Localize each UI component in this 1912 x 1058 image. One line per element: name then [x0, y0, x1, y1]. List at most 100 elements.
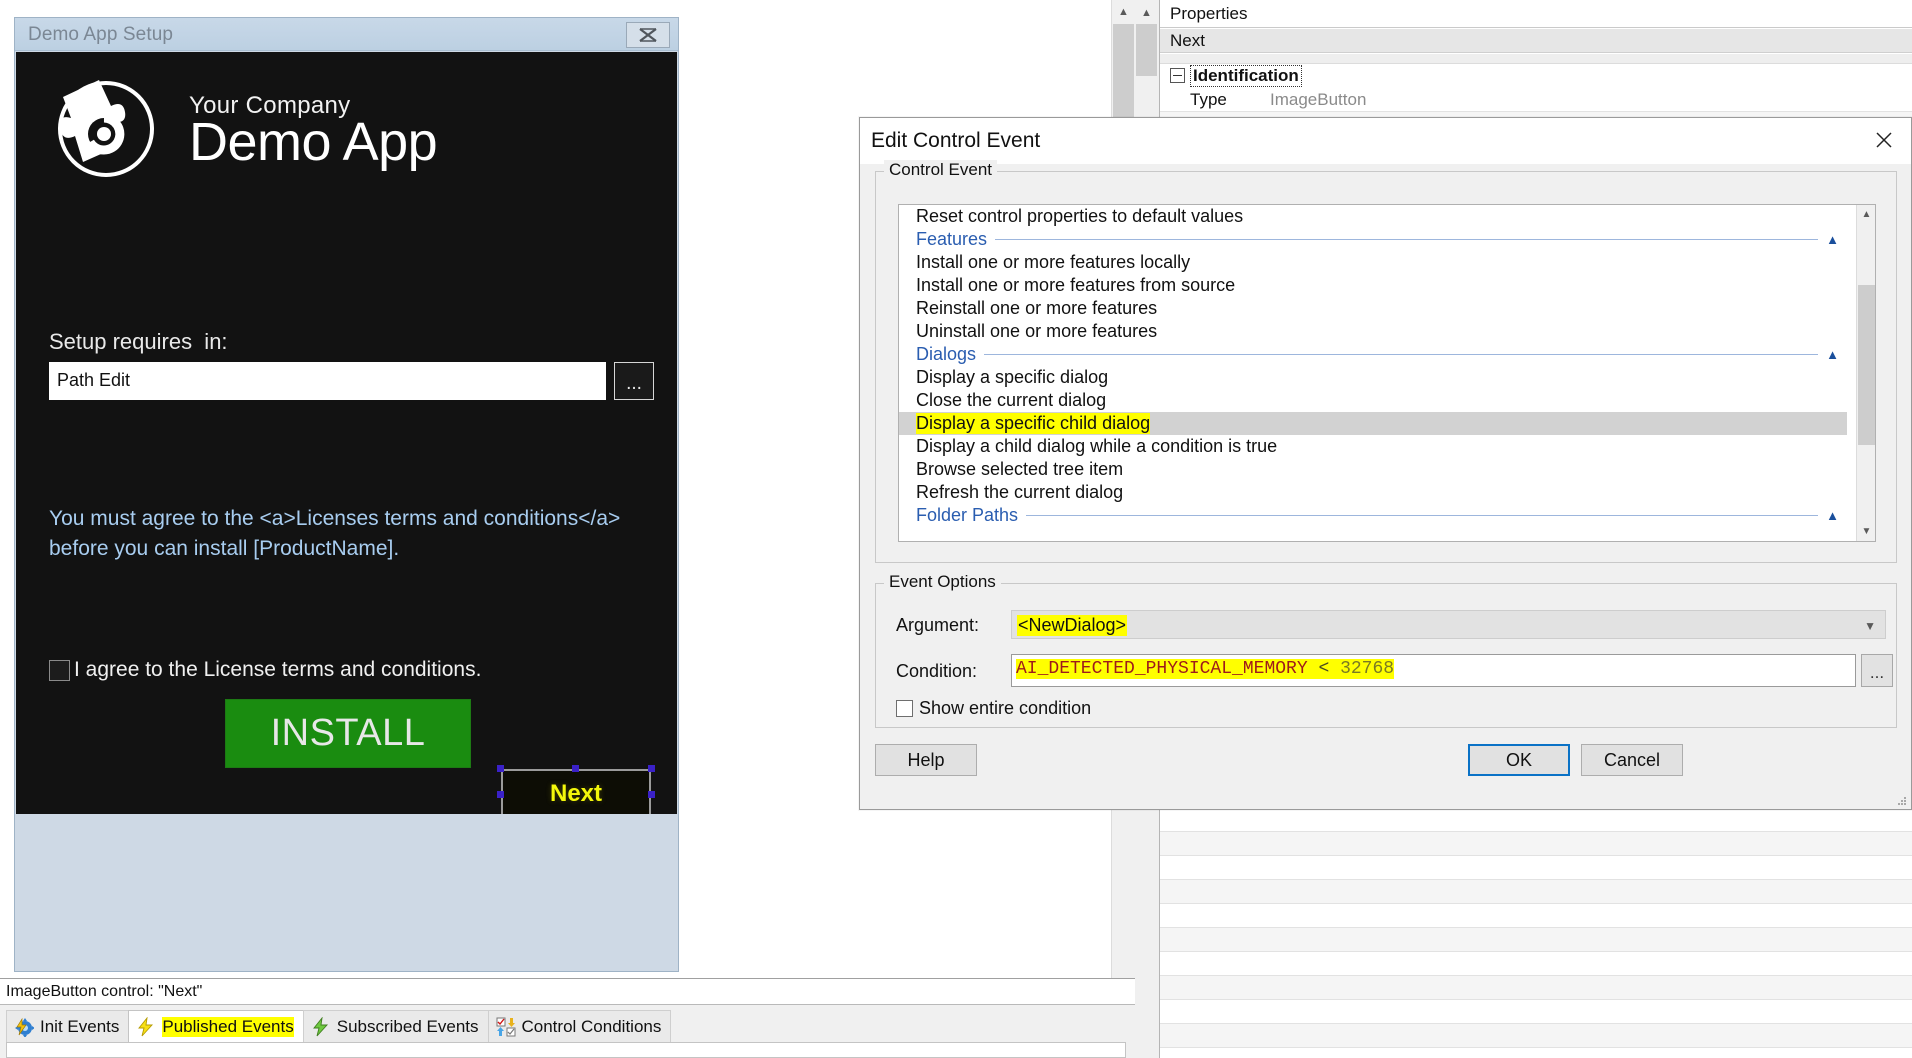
- resize-handle-middle-left[interactable]: [497, 791, 504, 798]
- list-section-folder-paths[interactable]: Folder Paths ▲: [899, 504, 1847, 527]
- collapse-icon[interactable]: [1170, 68, 1185, 83]
- property-row[interactable]: [1160, 1024, 1912, 1048]
- license-line-1: You must agree to the <a>Licenses terms …: [49, 507, 621, 530]
- list-item[interactable]: Browse selected tree item: [899, 458, 1847, 481]
- property-row[interactable]: [1160, 904, 1912, 928]
- resize-handle-top-left[interactable]: [497, 765, 504, 772]
- modal-title: Edit Control Event: [871, 129, 1041, 152]
- chevron-down-icon[interactable]: ▼: [1857, 522, 1875, 541]
- condition-identifier: AI_DETECTED_PHYSICAL_MEMORY: [1016, 659, 1308, 679]
- condition-browse-button[interactable]: ...: [1861, 654, 1893, 687]
- argument-combobox[interactable]: <NewDialog> ▼: [1011, 610, 1886, 639]
- resize-handle-top-right[interactable]: [648, 765, 655, 772]
- close-icon[interactable]: [626, 22, 670, 48]
- property-row[interactable]: [1160, 832, 1912, 856]
- next-button-label: Next: [549, 780, 603, 807]
- property-row[interactable]: [1160, 976, 1912, 1000]
- event-options-legend: Event Options: [884, 572, 1001, 592]
- list-section-features[interactable]: Features ▲: [899, 228, 1847, 251]
- install-button[interactable]: INSTALL: [225, 699, 471, 768]
- chevron-down-icon[interactable]: ▼: [1864, 619, 1876, 633]
- next-button[interactable]: Next: [501, 769, 651, 814]
- resize-grip-icon[interactable]: [1896, 795, 1908, 807]
- help-button[interactable]: Help: [875, 744, 977, 776]
- statusbar: ImageButton control: "Next": [0, 978, 1135, 1004]
- close-icon[interactable]: [1869, 127, 1899, 153]
- chevron-up-icon[interactable]: ▲: [1826, 347, 1839, 362]
- chevron-up-icon[interactable]: ▲: [1826, 232, 1839, 247]
- cancel-button[interactable]: Cancel: [1581, 744, 1683, 776]
- properties-selected-object-label: Next: [1170, 31, 1205, 50]
- agree-checkbox-label: I agree to the License terms and conditi…: [74, 658, 482, 681]
- path-edit-input[interactable]: Path Edit: [49, 362, 606, 400]
- condition-operator: <: [1307, 659, 1341, 679]
- list-item[interactable]: Install one or more features from source: [899, 274, 1847, 297]
- ok-button[interactable]: OK: [1468, 744, 1570, 776]
- list-section-label: Dialogs: [916, 344, 977, 364]
- green-lightning-icon: [312, 1016, 328, 1036]
- chevron-up-icon[interactable]: ▲: [1112, 0, 1135, 24]
- resize-handle-middle-right[interactable]: [648, 791, 655, 798]
- list-item-label: Install one or more features from source: [916, 275, 1236, 295]
- property-row[interactable]: [1160, 928, 1912, 952]
- list-item[interactable]: Display a specific dialog: [899, 366, 1847, 389]
- list-item[interactable]: Install one or more features locally: [899, 251, 1847, 274]
- scrollbar-thumb[interactable]: [1858, 285, 1875, 445]
- properties-group-identification[interactable]: Identification: [1160, 64, 1912, 88]
- property-key: Type: [1190, 90, 1227, 109]
- list-section-label: Folder Paths: [916, 505, 1019, 525]
- next-button-selection: Next: [496, 764, 656, 814]
- list-item[interactable]: Uninstall one or more features: [899, 320, 1847, 343]
- argument-label: Argument:: [896, 615, 980, 635]
- list-item-label: Display a specific dialog: [916, 367, 1109, 387]
- divider: [1026, 515, 1819, 516]
- list-item[interactable]: Reset control properties to default valu…: [899, 205, 1847, 228]
- list-item-selected[interactable]: Display a specific child dialog: [899, 412, 1847, 435]
- control-event-legend: Control Event: [884, 160, 997, 180]
- property-row[interactable]: [1160, 808, 1912, 832]
- property-row[interactable]: [1160, 856, 1912, 880]
- list-item[interactable]: Reinstall one or more features: [899, 297, 1847, 320]
- tab-subscribed-events[interactable]: Subscribed Events: [302, 1010, 489, 1042]
- yellow-lightning-icon: [138, 1016, 154, 1036]
- properties-selected-object[interactable]: Next: [1160, 29, 1912, 53]
- scrollbar-thumb[interactable]: [1136, 24, 1157, 76]
- list-item[interactable]: Refresh the current dialog: [899, 481, 1847, 504]
- show-entire-condition-label: Show entire condition: [919, 698, 1092, 718]
- list-item[interactable]: Close the current dialog: [899, 389, 1847, 412]
- chevron-up-icon[interactable]: ▲: [1136, 2, 1157, 24]
- agree-checkbox-row[interactable]: I agree to the License terms and conditi…: [49, 656, 481, 684]
- control-event-listbox[interactable]: Reset control properties to default valu…: [898, 204, 1876, 542]
- property-row[interactable]: [1160, 1000, 1912, 1024]
- list-item-label: Reset control properties to default valu…: [916, 206, 1244, 226]
- installer-title: Demo App Setup: [28, 24, 174, 45]
- installer-preview-window: Demo App Setup Your Company Demo App Set…: [14, 17, 679, 972]
- app-logo-icon: [58, 80, 154, 177]
- gear-lightning-icon: [15, 1017, 34, 1037]
- path-browse-button[interactable]: ...: [614, 362, 654, 400]
- property-row-type[interactable]: Type ImageButton: [1160, 88, 1912, 112]
- chevron-up-icon[interactable]: ▲: [1857, 205, 1875, 224]
- event-options-group: Event Options Argument: <NewDialog> ▼ Co…: [875, 572, 1897, 728]
- chevron-up-icon[interactable]: ▲: [1826, 508, 1839, 523]
- show-entire-condition-checkbox[interactable]: [896, 700, 913, 717]
- listbox-scrollbar[interactable]: ▲ ▼: [1856, 205, 1875, 541]
- list-item[interactable]: Display a child dialog while a condition…: [899, 435, 1847, 458]
- tab-init-events[interactable]: Init Events: [6, 1010, 130, 1042]
- tab-published-events[interactable]: Published Events: [128, 1010, 304, 1042]
- show-entire-condition-row[interactable]: Show entire condition: [896, 698, 1091, 719]
- control-event-list: Reset control properties to default valu…: [899, 205, 1847, 527]
- condition-label: Condition:: [896, 661, 978, 681]
- agree-checkbox[interactable]: [49, 659, 70, 681]
- list-item-label: Close the current dialog: [916, 390, 1107, 410]
- condition-input[interactable]: AI_DETECTED_PHYSICAL_MEMORY < 32768: [1011, 654, 1856, 687]
- property-value: ImageButton: [1270, 90, 1367, 109]
- events-tab-list: Init Events Published Events Subscribed …: [6, 1010, 672, 1042]
- property-row[interactable]: [1160, 952, 1912, 976]
- list-section-dialogs[interactable]: Dialogs ▲: [899, 343, 1847, 366]
- resize-handle-top-center[interactable]: [572, 765, 579, 772]
- tab-control-conditions[interactable]: Control Conditions: [487, 1010, 672, 1042]
- properties-title: Properties: [1170, 4, 1248, 23]
- list-section-label: Features: [916, 229, 988, 249]
- property-row[interactable]: [1160, 880, 1912, 904]
